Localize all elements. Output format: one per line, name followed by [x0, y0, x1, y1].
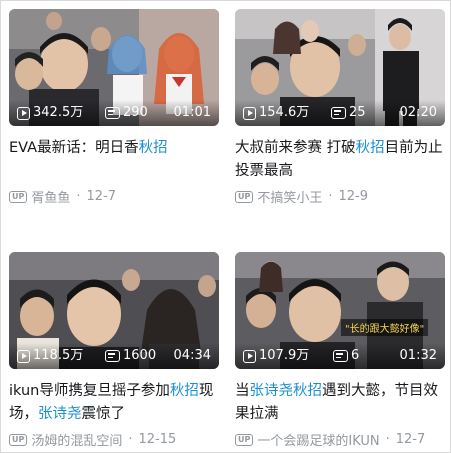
up-badge-icon: UP [235, 433, 254, 446]
title-text: 当 [235, 383, 250, 399]
play-count-icon [17, 106, 30, 120]
video-meta: UP 一个会踢足球的IKUN · 12-7 [235, 430, 425, 449]
thumbnail-stats-bar: 342.5万 290 01:01 [9, 100, 219, 126]
video-thumbnail[interactable]: 118.5万 1600 04:34 [9, 252, 219, 369]
view-count: 107.9万 [243, 343, 309, 369]
title-keyword-highlight: 张诗尧秋招 [249, 383, 323, 399]
upload-date: 12-7 [86, 189, 117, 204]
video-meta: UP 汤姆的混乱空间 · 12-15 [9, 430, 176, 449]
thumbnail-stats-bar: 118.5万 1600 04:34 [9, 343, 219, 369]
meta-separator: · [128, 432, 133, 447]
video-thumbnail[interactable]: "长的跟大懿好像" 107.9万 6 01:32 [235, 252, 445, 369]
video-title[interactable]: 大叔前来参赛 打破秋招目前为止投票最高 [235, 137, 445, 183]
video-meta: UP 不搞笑小王 · 12-9 [235, 187, 368, 206]
upload-date: 12-9 [338, 189, 369, 204]
title-text: ikun导师携复旦摇子参加 [9, 383, 170, 399]
up-badge-icon: UP [9, 190, 28, 203]
video-thumbnail[interactable]: 342.5万 290 01:01 [9, 9, 219, 126]
author-name[interactable]: 胥鱼鱼 [31, 187, 70, 206]
video-duration: 04:34 [173, 348, 211, 363]
video-title[interactable]: EVA最新话：明日香秋招 [9, 137, 219, 160]
meta-separator: · [385, 432, 390, 447]
danmaku-count: 1600 [105, 343, 156, 369]
video-meta: UP 胥鱼鱼 · 12-7 [9, 187, 116, 206]
danmaku-icon [333, 350, 348, 362]
upload-date: 12-7 [395, 432, 426, 447]
title-keyword-highlight: 秋招 [355, 140, 385, 156]
title-keyword-highlight: 秋招 [138, 140, 168, 156]
view-count: 118.5万 [17, 343, 83, 369]
video-duration: 02:20 [399, 105, 437, 120]
results-grid: 342.5万 290 01:01 EVA最新话：明日香秋招 UP 胥鱼鱼 · 1… [0, 0, 451, 453]
danmaku-icon [331, 107, 346, 119]
danmaku-icon [105, 107, 120, 119]
play-count-icon [17, 349, 30, 363]
up-badge-icon: UP [9, 433, 28, 446]
title-text: EVA最新话：明日香 [9, 140, 139, 156]
video-duration: 01:32 [399, 348, 437, 363]
video-title[interactable]: 当张诗尧秋招遇到大懿，节目效果拉满 [235, 380, 445, 426]
danmaku-count: 6 [333, 343, 359, 369]
video-caption-overlay: "长的跟大懿好像" [341, 319, 429, 336]
title-text: 震惊了 [81, 406, 126, 422]
video-thumbnail[interactable]: 154.6万 25 02:20 [235, 9, 445, 126]
up-badge-icon: UP [235, 190, 254, 203]
title-text: 大叔前来参赛 打破 [235, 140, 356, 156]
meta-separator: · [76, 189, 81, 204]
thumbnail-stats-bar: 154.6万 25 02:20 [235, 100, 445, 126]
title-keyword-highlight: 张诗尧 [38, 406, 82, 422]
view-count: 342.5万 [17, 100, 83, 126]
title-keyword-highlight: 秋招 [169, 383, 199, 399]
meta-separator: · [328, 189, 333, 204]
view-count: 154.6万 [243, 100, 309, 126]
play-count-icon [243, 106, 256, 120]
danmaku-count: 290 [105, 100, 148, 126]
play-count-icon [243, 349, 256, 363]
danmaku-icon [105, 350, 120, 362]
author-name[interactable]: 汤姆的混乱空间 [31, 430, 122, 449]
video-duration: 01:01 [173, 105, 211, 120]
author-name[interactable]: 一个会踢足球的IKUN [257, 430, 379, 449]
danmaku-count: 25 [331, 100, 366, 126]
author-name[interactable]: 不搞笑小王 [257, 187, 322, 206]
upload-date: 12-15 [138, 432, 177, 447]
thumbnail-stats-bar: 107.9万 6 01:32 [235, 343, 445, 369]
video-title[interactable]: ikun导师携复旦摇子参加秋招现场，张诗尧震惊了 [9, 380, 219, 426]
